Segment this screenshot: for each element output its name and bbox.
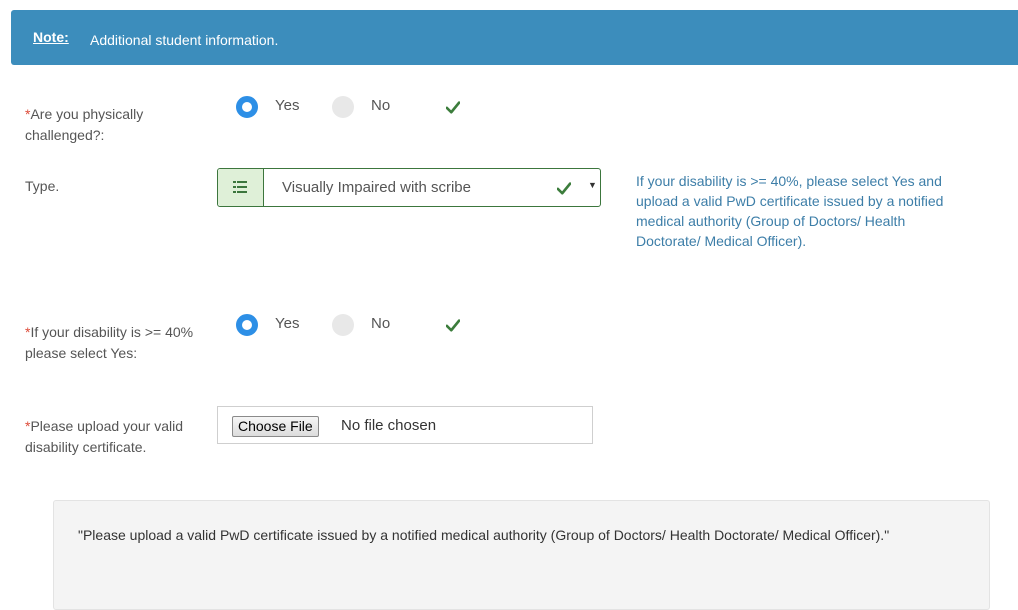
choose-file-button[interactable]: Choose File	[232, 416, 319, 437]
upload-label: *Please upload your valid disability cer…	[25, 416, 195, 458]
upload-label-text: Please upload your valid disability cert…	[25, 418, 183, 455]
physically-challenged-label-text: Are you physically challenged?:	[25, 106, 144, 143]
physically-challenged-yes-radio[interactable]	[236, 96, 258, 118]
type-select[interactable]: Visually Impaired with scribe ▼	[217, 168, 601, 207]
physically-challenged-yes-label: Yes	[275, 97, 300, 114]
type-select-value: Visually Impaired with scribe	[282, 179, 471, 196]
caret-down-icon: ▼	[588, 180, 597, 190]
type-help-text: If your disability is >= 40%, please sel…	[636, 173, 944, 249]
file-status: No file chosen	[341, 417, 437, 434]
check-icon	[446, 319, 460, 332]
check-icon	[557, 182, 571, 195]
physically-challenged-no-label: No	[371, 97, 391, 114]
note-label: Note:	[33, 29, 69, 45]
info-box-text: "Please upload a valid PwD certificate i…	[78, 527, 890, 543]
physically-challenged-radio-group: Yes No	[236, 96, 476, 120]
disability-40-radio-group: Yes No	[236, 314, 476, 338]
disability-40-no-label: No	[371, 315, 391, 332]
note-text: Additional student information.	[90, 32, 279, 48]
physically-challenged-label: *Are you physically challenged?:	[25, 104, 195, 146]
list-icon	[233, 181, 247, 193]
check-icon	[446, 101, 460, 114]
note-banner: Note: Additional student information.	[11, 10, 1018, 65]
type-label: Type.	[25, 178, 60, 194]
disability-40-label: *If your disability is >= 40% please sel…	[25, 322, 195, 364]
physically-challenged-no-radio[interactable]	[332, 96, 354, 118]
certificate-file-input[interactable]: Choose File No file chosen	[217, 406, 593, 444]
disability-40-yes-label: Yes	[275, 315, 300, 332]
disability-40-no-radio[interactable]	[332, 314, 354, 336]
disability-40-label-text: If your disability is >= 40% please sele…	[25, 324, 194, 361]
select-addon	[218, 169, 264, 206]
disability-40-yes-radio[interactable]	[236, 314, 258, 336]
